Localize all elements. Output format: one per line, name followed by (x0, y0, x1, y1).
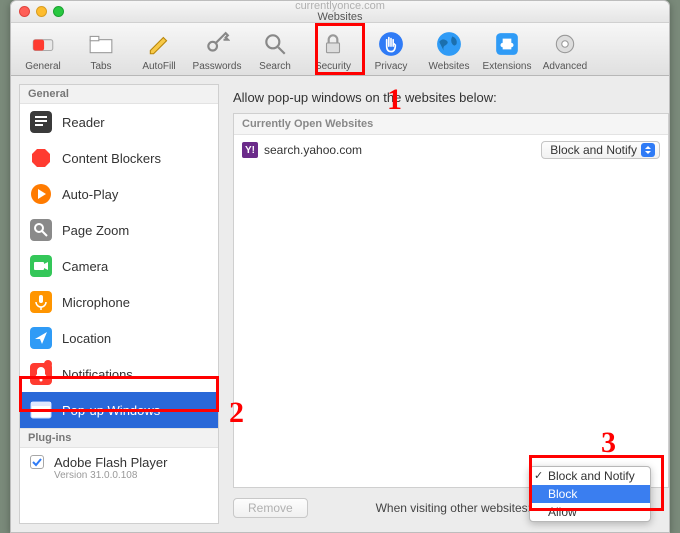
sidebar-item-page-zoom[interactable]: Page Zoom (20, 212, 218, 248)
toolbar-extensions[interactable]: Extensions (481, 29, 533, 72)
toolbar-privacy[interactable]: Privacy (365, 29, 417, 72)
minimize-window-button[interactable] (36, 6, 47, 17)
preferences-toolbar: General Tabs AutoFill Passwords Search S… (11, 23, 669, 76)
dropdown-option-allow[interactable]: Allow (530, 503, 650, 521)
sidebar-item-notifications[interactable]: Notifications (20, 356, 218, 392)
chevron-updown-icon (641, 143, 655, 157)
remove-button[interactable]: Remove (233, 498, 308, 518)
play-icon (30, 183, 52, 205)
toolbar-search[interactable]: Search (249, 29, 301, 72)
puzzle-icon (492, 29, 522, 59)
sidebar-item-flash-plugin[interactable]: Adobe Flash Player Version 31.0.0.108 (20, 448, 218, 488)
sidebar-item-auto-play[interactable]: Auto-Play (20, 176, 218, 212)
sidebar-item-camera[interactable]: Camera (20, 248, 218, 284)
key-icon (202, 29, 232, 59)
other-websites-label: When visiting other websites: (376, 501, 531, 515)
sidebar-item-microphone[interactable]: Microphone (20, 284, 218, 320)
search-icon (260, 29, 290, 59)
camera-icon (30, 255, 52, 277)
sidebar-item-popup-windows[interactable]: Pop-up Windows (20, 392, 218, 428)
toolbar-security[interactable]: Security (307, 29, 359, 72)
reader-icon (30, 111, 52, 133)
toolbar-tabs[interactable]: Tabs (75, 29, 127, 72)
dropdown-option-block-and-notify[interactable]: Block and Notify (530, 467, 650, 485)
zoom-icon (30, 219, 52, 241)
websites-panel: Currently Open Websites Y! search.yahoo.… (233, 113, 669, 488)
toolbar-passwords[interactable]: Passwords (191, 29, 243, 72)
sidebar-section-general: General (20, 85, 218, 104)
main-panel: Allow pop-up windows on the websites bel… (219, 76, 669, 532)
main-heading: Allow pop-up windows on the websites bel… (233, 90, 669, 105)
sidebar-item-location[interactable]: Location (20, 320, 218, 356)
hand-icon (376, 29, 406, 59)
microphone-icon (30, 291, 52, 313)
other-websites-dropdown[interactable]: Block and Notify Block Allow (529, 466, 651, 522)
switch-icon (28, 29, 58, 59)
titlebar: currentlyonce.com Websites (11, 1, 669, 23)
website-setting-select[interactable]: Block and Notify (541, 141, 660, 159)
sidebar-item-reader[interactable]: Reader (20, 104, 218, 140)
panel-header: Currently Open Websites (234, 114, 668, 135)
lock-icon (318, 29, 348, 59)
website-domain: search.yahoo.com (264, 143, 541, 157)
notification-badge (44, 360, 52, 368)
pencil-icon (144, 29, 174, 59)
plugin-checkbox[interactable] (30, 455, 44, 469)
sidebar-section-plugins: Plug-ins (20, 428, 218, 448)
window-icon (30, 399, 52, 421)
zoom-window-button[interactable] (53, 6, 64, 17)
close-window-button[interactable] (19, 6, 30, 17)
gear-icon (550, 29, 580, 59)
globe-icon (434, 29, 464, 59)
toolbar-general[interactable]: General (17, 29, 69, 72)
toolbar-autofill[interactable]: AutoFill (133, 29, 185, 72)
dropdown-option-block[interactable]: Block (530, 485, 650, 503)
toolbar-advanced[interactable]: Advanced (539, 29, 591, 72)
location-icon (30, 327, 52, 349)
stop-icon (30, 147, 52, 169)
sidebar-item-content-blockers[interactable]: Content Blockers (20, 140, 218, 176)
toolbar-websites[interactable]: Websites (423, 29, 475, 72)
tabs-icon (86, 29, 116, 59)
preferences-window: currentlyonce.com Websites General Tabs … (10, 0, 670, 533)
settings-sidebar: General Reader Content Blockers Auto-Pla… (19, 84, 219, 524)
website-row[interactable]: Y! search.yahoo.com Block and Notify (234, 135, 668, 165)
window-title: Websites (11, 12, 669, 23)
yahoo-favicon: Y! (242, 142, 258, 158)
